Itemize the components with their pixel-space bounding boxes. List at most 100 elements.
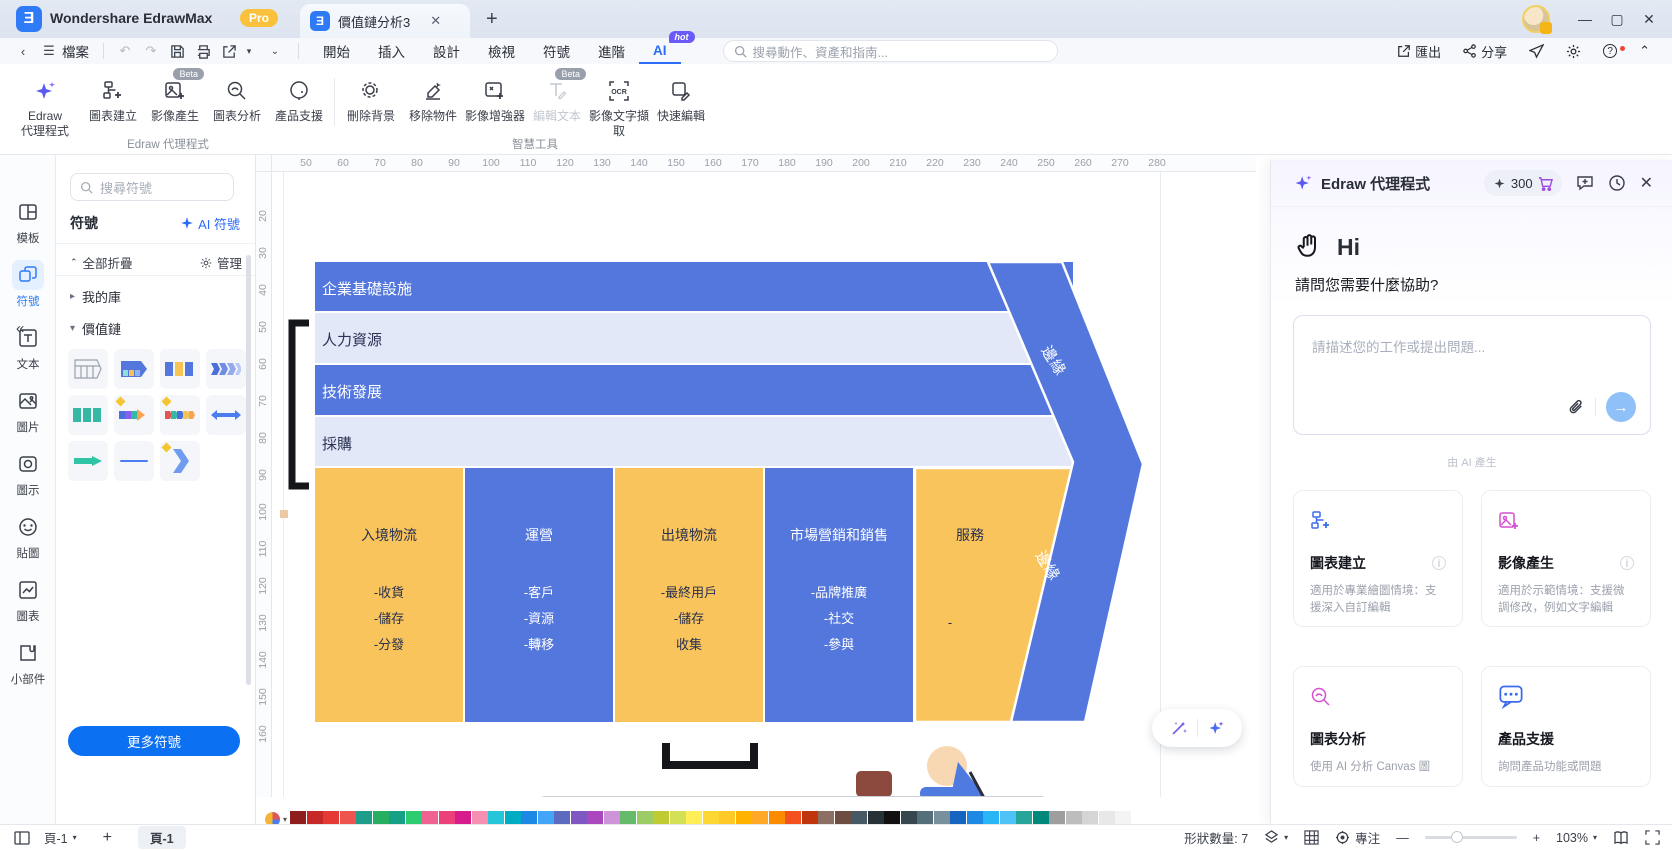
ribbon-remove-background-button[interactable]: 刪除背景	[340, 70, 402, 124]
symbol-bar-multicolor[interactable]	[114, 395, 154, 435]
pages-panel-icon[interactable]	[14, 830, 30, 846]
page-selector[interactable]: 頁-1 ▾	[44, 828, 77, 847]
add-page-button[interactable]: +	[103, 829, 112, 847]
sidebar-item-chart[interactable]: 圖表	[0, 575, 56, 624]
person-illustration[interactable]	[856, 746, 988, 800]
symbol-arrow-teal[interactable]	[68, 441, 108, 481]
ribbon-edraw-agent-button[interactable]: Edraw 代理程式	[8, 70, 82, 139]
ribbon-chart-analyze-button[interactable]: 圖表分析	[206, 70, 268, 124]
primary-bracket[interactable]	[662, 743, 758, 769]
export-icon[interactable]	[216, 44, 242, 59]
symbol-line-blue[interactable]	[114, 441, 154, 481]
symbol-strip-multicolor[interactable]	[160, 395, 200, 435]
hamburger-icon[interactable]: ☰	[36, 43, 62, 59]
sidebar-item-template[interactable]: 模板	[0, 197, 56, 246]
feedback-icon[interactable]	[1576, 174, 1594, 192]
collapse-ribbon-icon[interactable]: ⌄	[262, 46, 288, 57]
sidebar-item-sticker[interactable]: 貼圖	[0, 512, 56, 561]
share-button[interactable]: 分享	[1455, 42, 1515, 61]
avatar[interactable]	[1522, 5, 1552, 34]
library-value-chain[interactable]: ▾ 價值鏈	[70, 319, 121, 338]
ribbon-image-generate-button[interactable]: 影像產生 Beta	[144, 68, 206, 124]
grid-toggle-icon[interactable]	[1304, 830, 1319, 845]
send-feedback-icon[interactable]	[1521, 43, 1552, 59]
zoom-in-button[interactable]: +	[1533, 831, 1540, 845]
symbol-boxes-blue[interactable]	[160, 349, 200, 389]
agent-card-chart-create[interactable]: 圖表建立 i 適用於專業繪圖情境：支援深入自訂編輯	[1293, 490, 1463, 628]
library-my-library[interactable]: ▸ 我的庫	[70, 287, 121, 306]
ribbon-image-enhancer-button[interactable]: 影像增強器	[464, 70, 526, 124]
maximize-button[interactable]: ▢	[1602, 8, 1632, 30]
document-tab[interactable]: Ǝ 價值鏈分析3 ✕	[300, 4, 470, 38]
ribbon-remove-object-button[interactable]: 移除物件	[402, 70, 464, 124]
help-icon[interactable]: ?	[1595, 44, 1626, 58]
drawing-canvas[interactable]: 50 60 70 80 90 100 110 120 130 140 150 160 170 180 190…	[256, 155, 1256, 850]
close-button[interactable]: ✕	[1634, 8, 1664, 30]
print-icon[interactable]	[190, 44, 216, 59]
export-button[interactable]: 匯出	[1389, 42, 1449, 61]
agent-card-product-support[interactable]: 產品支援 詢問產品功能或問題	[1481, 666, 1651, 787]
menu-4[interactable]: 符號	[529, 38, 584, 64]
symbol-double-arrow-blue[interactable]	[206, 395, 246, 435]
new-tab-button[interactable]: +	[486, 8, 498, 31]
info-icon[interactable]: i	[1432, 556, 1446, 570]
ribbon-ocr-button[interactable]: OCR 影像文字擷取	[588, 70, 650, 139]
menu-5[interactable]: 進階	[584, 38, 639, 64]
zoom-slider[interactable]	[1424, 831, 1517, 843]
sidebar-item-widget[interactable]: 小部件	[0, 638, 56, 687]
collapse-panel-icon[interactable]: ⌃	[1631, 43, 1658, 59]
menu-3[interactable]: 檢視	[474, 38, 529, 64]
ai-sparkle-icon[interactable]	[1206, 718, 1226, 738]
minimize-button[interactable]: —	[1570, 8, 1600, 30]
symbol-search-input[interactable]: 搜尋符號	[70, 173, 234, 201]
agent-input-box[interactable]: 請描述您的工作或提出問題... →	[1293, 315, 1651, 435]
ribbon-product-support-button[interactable]: 產品支援	[268, 70, 330, 124]
fit-screen-icon[interactable]	[1645, 830, 1660, 845]
menu-0[interactable]: 開始	[309, 38, 364, 64]
save-icon[interactable]	[164, 44, 190, 59]
credits-pill[interactable]: 300	[1483, 170, 1562, 196]
ribbon-quick-edit-button[interactable]: 快速編輯	[650, 70, 712, 124]
support-bracket[interactable]	[288, 319, 309, 490]
sidebar-item-clipart[interactable]: 圖示	[0, 449, 56, 498]
focus-mode-button[interactable]: 專注	[1335, 828, 1380, 847]
magic-wand-icon[interactable]	[1169, 718, 1189, 738]
agent-card-chart-analyze[interactable]: 圖表分析 使用 AI 分析 Canvas 圖	[1293, 666, 1463, 787]
theme-style-dropdown[interactable]: ▾	[1264, 830, 1288, 845]
guide-book-icon[interactable]	[1613, 830, 1629, 846]
export-caret-icon[interactable]: ▾	[242, 46, 256, 57]
page-tab[interactable]: 頁-1	[137, 826, 186, 849]
symbol-table-outline[interactable]	[68, 349, 108, 389]
global-search-input[interactable]: 搜尋動作、資產和指南...	[722, 40, 1058, 62]
symbol-boxes-teal[interactable]	[68, 395, 108, 435]
more-symbols-button[interactable]: 更多符號	[68, 726, 240, 756]
history-clock-icon[interactable]	[1608, 174, 1626, 192]
zoom-slider-knob[interactable]	[1450, 831, 1463, 843]
symbol-chain-blue[interactable]	[114, 349, 154, 389]
undo-icon[interactable]: ↶	[112, 43, 138, 59]
tab-close-icon[interactable]: ✕	[430, 13, 441, 29]
menu-ai[interactable]: AI hot	[639, 31, 695, 64]
symbol-chevrons-blue[interactable]	[206, 349, 246, 389]
ai-symbols-button[interactable]: AI 符號	[180, 214, 240, 233]
settings-gear-icon[interactable]	[1558, 44, 1589, 59]
menu-1[interactable]: 插入	[364, 38, 419, 64]
sidebar-item-text[interactable]: 文本	[0, 323, 56, 372]
collapse-all-button[interactable]: ⌃ 全部折疊	[70, 253, 133, 272]
ribbon-chart-create-button[interactable]: 圖表建立	[82, 70, 144, 124]
close-panel-icon[interactable]: ✕	[1640, 173, 1653, 193]
redo-icon[interactable]: ↷	[138, 43, 164, 59]
agent-card-image-generate[interactable]: 影像產生 i 適用於示範情境：支援微調修改，例如文字編輯	[1481, 490, 1651, 628]
menu-2[interactable]: 設計	[419, 38, 474, 64]
symbol-chevron-blue[interactable]	[160, 441, 200, 481]
info-icon[interactable]: i	[1620, 556, 1634, 570]
manage-button[interactable]: 管理	[200, 253, 242, 272]
back-icon[interactable]: ‹	[10, 44, 36, 59]
sidebar-item-symbol[interactable]: 符號	[0, 260, 56, 309]
zoom-out-button[interactable]: —	[1396, 831, 1409, 845]
symbol-panel-scrollbar[interactable]	[246, 255, 251, 685]
zoom-level[interactable]: 103% ▾	[1556, 831, 1597, 845]
send-button[interactable]: →	[1606, 392, 1636, 422]
sidebar-item-picture[interactable]: 圖片	[0, 386, 56, 435]
file-menu[interactable]: 檔案	[62, 41, 89, 61]
